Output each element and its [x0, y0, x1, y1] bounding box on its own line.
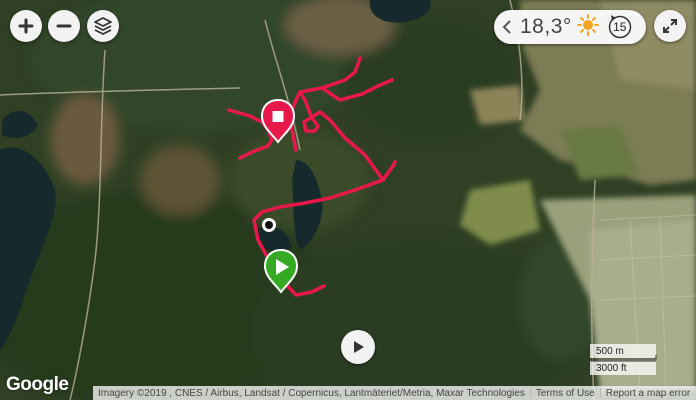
fullscreen-button[interactable] — [654, 10, 686, 42]
report-map-error-link[interactable]: Report a map error — [601, 388, 695, 399]
zoom-in-button[interactable] — [10, 10, 42, 42]
wind-speed-value: 15 — [613, 20, 627, 34]
google-logo: Google — [6, 374, 69, 395]
layers-button[interactable] — [87, 10, 119, 42]
chevron-left-icon[interactable] — [498, 20, 516, 34]
terms-of-use-link[interactable]: Terms of Use — [531, 388, 600, 399]
expand-icon — [663, 19, 677, 33]
minus-icon — [56, 24, 72, 28]
play-icon — [354, 341, 364, 353]
sun-icon — [576, 13, 599, 41]
map-footer: Imagery ©2019 , CNES / Airbus, Landsat /… — [93, 386, 696, 400]
zoom-out-button[interactable] — [48, 10, 80, 42]
temperature-value: 18,3° — [520, 15, 572, 38]
imagery-attribution: Imagery ©2019 , CNES / Airbus, Landsat /… — [98, 387, 525, 399]
map-scale: 500 m 3000 ft — [590, 343, 690, 377]
wind-indicator: 15 — [607, 14, 633, 40]
layers-icon — [94, 17, 112, 35]
play-button[interactable] — [341, 330, 375, 364]
current-position-marker — [262, 218, 276, 232]
weather-widget[interactable]: 18,3° 15 — [494, 10, 646, 44]
plus-icon — [18, 18, 34, 34]
